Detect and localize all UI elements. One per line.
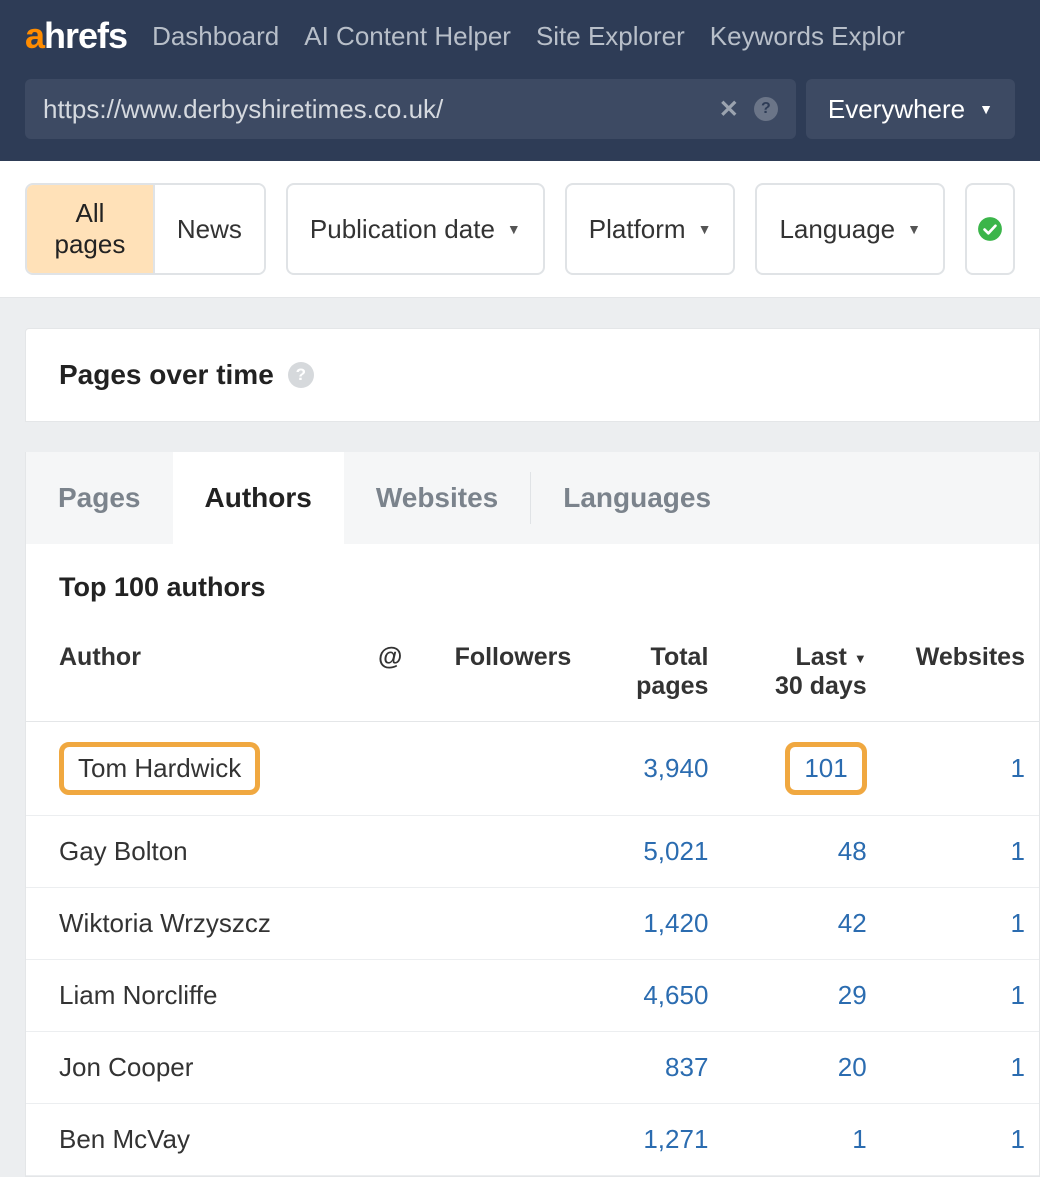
websites-cell[interactable]: 1	[881, 1032, 1039, 1104]
scope-label: Everywhere	[828, 94, 965, 125]
filter-platform[interactable]: Platform ▼	[565, 183, 736, 275]
total-pages-cell[interactable]: 3,940	[585, 722, 722, 816]
col-author[interactable]: Author	[26, 623, 353, 722]
col-websites[interactable]: Websites	[881, 623, 1039, 722]
help-icon[interactable]: ?	[754, 97, 778, 121]
tab-languages[interactable]: Languages	[531, 452, 743, 544]
total-pages-cell[interactable]: 1,271	[585, 1104, 722, 1176]
table-row: Liam Norcliffe 4,650291	[26, 960, 1039, 1032]
filter-publication-date[interactable]: Publication date ▼	[286, 183, 545, 275]
url-input-wrap: ✕ ?	[25, 79, 796, 139]
table-row: Ben McVay1,27111	[26, 1104, 1039, 1176]
filter-bar: All pages News Publication date ▼ Platfo…	[0, 161, 1040, 298]
followers-cell	[416, 722, 585, 816]
col-followers[interactable]: Followers	[416, 623, 585, 722]
followers-cell	[416, 816, 585, 888]
col-total-pages[interactable]: Totalpages	[585, 623, 722, 722]
followers-cell	[416, 1104, 585, 1176]
at-cell	[353, 888, 416, 960]
table-row: Jon Cooper 837201	[26, 1032, 1039, 1104]
last-30-days-cell[interactable]: 20	[722, 1032, 880, 1104]
search-row: ✕ ? Everywhere ▼	[0, 67, 1040, 161]
filter-label: Publication date	[310, 214, 495, 245]
table-row: Gay Bolton 5,021481	[26, 816, 1039, 888]
top-nav: ahrefs Dashboard AI Content Helper Site …	[0, 0, 1040, 67]
segment-news[interactable]: News	[153, 185, 264, 273]
author-cell[interactable]: Liam Norcliffe	[26, 960, 353, 1032]
followers-cell	[416, 888, 585, 960]
chevron-down-icon: ▼	[907, 221, 921, 237]
last-30-days-cell[interactable]: 42	[722, 888, 880, 960]
table-row: Wiktoria Wrzyszcz 1,420421	[26, 888, 1039, 960]
apply-button[interactable]	[965, 183, 1015, 275]
followers-cell	[416, 1032, 585, 1104]
total-pages-cell[interactable]: 4,650	[585, 960, 722, 1032]
websites-cell[interactable]: 1	[881, 888, 1039, 960]
author-cell[interactable]: Gay Bolton	[26, 816, 353, 888]
segment-group: All pages News	[25, 183, 266, 275]
at-cell	[353, 816, 416, 888]
last-30-days-cell[interactable]: 101	[722, 722, 880, 816]
tabs-row: Pages Authors Websites Languages	[26, 452, 1039, 544]
websites-cell[interactable]: 1	[881, 816, 1039, 888]
nav-dashboard[interactable]: Dashboard	[152, 21, 279, 52]
content-area: Pages over time ? Pages Authors Websites…	[0, 298, 1040, 1177]
scope-dropdown[interactable]: Everywhere ▼	[806, 79, 1015, 139]
table-row: Tom Hardwick 3,9401011	[26, 722, 1039, 816]
total-pages-cell[interactable]: 5,021	[585, 816, 722, 888]
authors-panel: Pages Authors Websites Languages Top 100…	[25, 452, 1040, 1177]
nav-keywords-explorer[interactable]: Keywords Explor	[710, 21, 905, 52]
chevron-down-icon: ▼	[698, 221, 712, 237]
tab-authors[interactable]: Authors	[173, 452, 344, 544]
tab-websites[interactable]: Websites	[344, 452, 530, 544]
pages-over-time-panel: Pages over time ?	[25, 328, 1040, 422]
segment-all-pages[interactable]: All pages	[27, 185, 153, 273]
filter-label: Platform	[589, 214, 686, 245]
section-subheader: Top 100 authors	[26, 544, 1039, 623]
clear-icon[interactable]: ✕	[719, 95, 739, 124]
at-cell	[353, 1032, 416, 1104]
websites-cell[interactable]: 1	[881, 722, 1039, 816]
help-icon[interactable]: ?	[288, 362, 314, 388]
sort-desc-icon: ▼	[854, 651, 867, 666]
col-last-30-days[interactable]: Last ▼30 days	[722, 623, 880, 722]
col-at[interactable]: @	[353, 623, 416, 722]
tab-pages[interactable]: Pages	[26, 452, 173, 544]
total-pages-cell[interactable]: 837	[585, 1032, 722, 1104]
ahrefs-logo[interactable]: ahrefs	[25, 15, 127, 57]
app-header: ahrefs Dashboard AI Content Helper Site …	[0, 0, 1040, 161]
author-cell[interactable]: Wiktoria Wrzyszcz	[26, 888, 353, 960]
check-circle-icon	[977, 216, 1003, 242]
websites-cell[interactable]: 1	[881, 1104, 1039, 1176]
followers-cell	[416, 960, 585, 1032]
last-30-days-cell[interactable]: 29	[722, 960, 880, 1032]
author-cell[interactable]: Tom Hardwick	[26, 722, 353, 816]
websites-cell[interactable]: 1	[881, 960, 1039, 1032]
at-cell	[353, 722, 416, 816]
at-cell	[353, 960, 416, 1032]
authors-table: Author @ Followers Totalpages Last ▼30 d…	[26, 623, 1039, 1176]
last-30-days-cell[interactable]: 48	[722, 816, 880, 888]
chevron-down-icon: ▼	[979, 101, 993, 117]
url-input[interactable]	[43, 94, 704, 125]
filter-language[interactable]: Language ▼	[755, 183, 945, 275]
last-30-days-cell[interactable]: 1	[722, 1104, 880, 1176]
chevron-down-icon: ▼	[507, 221, 521, 237]
filter-label: Language	[779, 214, 895, 245]
nav-ai-content-helper[interactable]: AI Content Helper	[304, 21, 511, 52]
total-pages-cell[interactable]: 1,420	[585, 888, 722, 960]
author-cell[interactable]: Ben McVay	[26, 1104, 353, 1176]
nav-site-explorer[interactable]: Site Explorer	[536, 21, 685, 52]
author-cell[interactable]: Jon Cooper	[26, 1032, 353, 1104]
panel-title: Pages over time	[59, 359, 274, 391]
at-cell	[353, 1104, 416, 1176]
